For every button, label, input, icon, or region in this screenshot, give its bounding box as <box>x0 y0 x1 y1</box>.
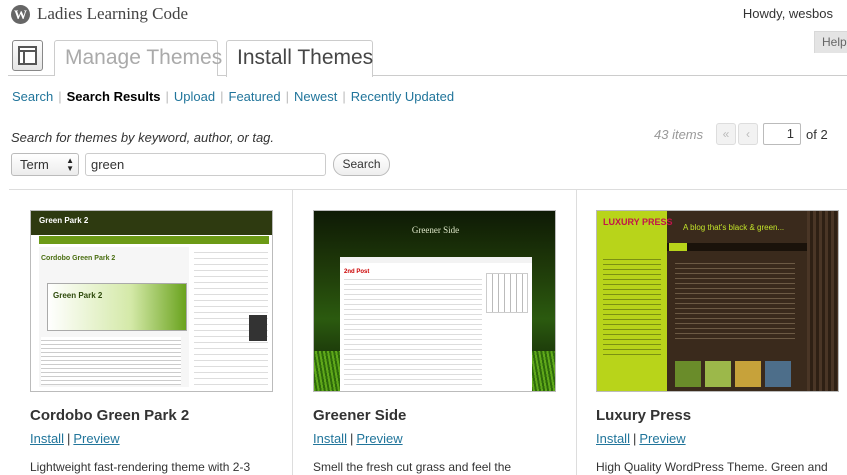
search-type-select[interactable]: Term ▲ ▼ <box>11 153 79 176</box>
updown-arrows-icon: ▲ ▼ <box>66 156 74 173</box>
screenshot-header-text: Green Park 2 <box>39 216 89 225</box>
search-button[interactable]: Search <box>333 153 390 176</box>
tab-manage-themes[interactable]: Manage Themes <box>54 40 222 76</box>
screenshot-logo: Greener Side <box>411 225 460 235</box>
preview-link[interactable]: Preview <box>639 431 685 446</box>
search-type-value: Term <box>20 157 49 172</box>
screenshot-logo: LUXURY PRESS <box>603 217 673 227</box>
total-pages: of 2 <box>806 127 828 142</box>
install-link[interactable]: Install <box>596 431 630 446</box>
grid-top-border <box>9 189 847 190</box>
screenshot-heading: Cordobo Green Park 2 <box>41 255 116 262</box>
subnav-recently-updated[interactable]: Recently Updated <box>351 89 454 104</box>
theme-name: Luxury Press <box>596 407 692 424</box>
subnav-search-results[interactable]: Search Results <box>67 89 161 104</box>
theme-name: Greener Side <box>313 407 407 424</box>
preview-link[interactable]: Preview <box>73 431 119 446</box>
help-tab[interactable]: Help <box>814 31 847 53</box>
current-page-input[interactable]: 1 <box>763 123 801 145</box>
install-link[interactable]: Install <box>30 431 64 446</box>
admin-header: W Ladies Learning Code Howdy, wesbos <box>0 0 847 30</box>
theme-name: Cordobo Green Park 2 <box>30 407 190 424</box>
appearance-icon <box>12 40 43 71</box>
theme-actions: Install | Preview <box>30 431 120 446</box>
subnav-search[interactable]: Search <box>12 89 53 104</box>
howdy-user[interactable]: Howdy, wesbos <box>743 6 833 21</box>
screenshot-tagline: A blog that's black & green... <box>683 223 785 232</box>
site-title[interactable]: Ladies Learning Code <box>37 4 188 24</box>
subnav-newest[interactable]: Newest <box>294 89 337 104</box>
first-page-button[interactable]: « <box>716 123 736 145</box>
column-divider <box>576 190 577 475</box>
theme-description: Lightweight fast-rendering theme with 2-… <box>30 460 251 474</box>
subnav-featured[interactable]: Featured <box>229 89 281 104</box>
screenshot-banner: Green Park 2 <box>53 291 103 300</box>
theme-screenshot[interactable]: LUXURY PRESS A blog that's black & green… <box>596 210 839 392</box>
subnav-upload[interactable]: Upload <box>174 89 215 104</box>
column-divider <box>292 190 293 475</box>
install-subnav: Search | Search Results | Upload | Featured | Ne… <box>12 89 455 104</box>
tab-install-themes[interactable]: Install Themes <box>226 40 373 77</box>
prev-page-button[interactable]: ‹ <box>738 123 758 145</box>
install-link[interactable]: Install <box>313 431 347 446</box>
items-count: 43 items <box>654 127 704 142</box>
theme-description: High Quality WordPress Theme. Green and <box>596 460 828 474</box>
search-input[interactable]: green <box>85 153 326 176</box>
theme-screenshot[interactable]: Green Park 2 Cordobo Green Park 2 Green … <box>30 210 273 392</box>
wordpress-logo-icon[interactable]: W <box>11 5 30 24</box>
preview-link[interactable]: Preview <box>356 431 402 446</box>
theme-screenshot[interactable]: Greener Side 2nd Post <box>313 210 556 392</box>
theme-description: Smell the fresh cut grass and feel the <box>313 460 512 474</box>
theme-actions: Install | Preview <box>596 431 686 446</box>
search-hint: Search for themes by keyword, author, or… <box>11 130 275 145</box>
theme-actions: Install | Preview <box>313 431 403 446</box>
